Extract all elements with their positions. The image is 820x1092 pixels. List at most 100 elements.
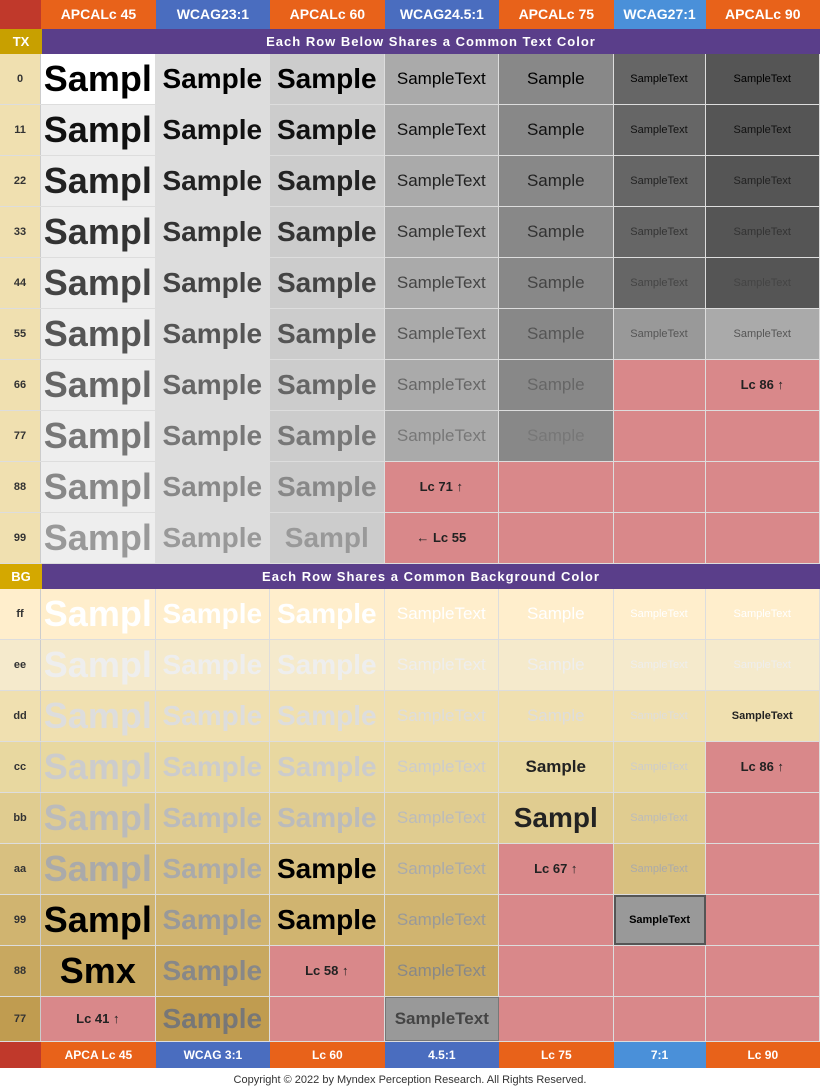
footer-col1: APCA Lc 45 <box>41 1042 155 1068</box>
bgbb-col2: Sample <box>156 793 270 843</box>
bg-row-dd: dd Sampl Sample Sample SampleText Sample… <box>0 691 820 742</box>
tx22-col5: Sample <box>499 156 613 206</box>
tx66-col4: SampleText <box>385 360 499 410</box>
tx77-col6 <box>614 411 706 461</box>
copyright-text: Copyright © 2022 by Myndex Perception Re… <box>0 1068 820 1092</box>
bg99-col7 <box>706 895 820 945</box>
tx-section-header: TX Each Row Below Shares a Common Text C… <box>0 29 820 54</box>
tx88-col2: Sample <box>156 462 270 512</box>
bgff-col3: Sample <box>270 589 384 639</box>
tx66-col6 <box>614 360 706 410</box>
bgee-col7: SampleText <box>706 640 820 690</box>
bgcc-col6: SampleText <box>614 742 706 792</box>
bgaa-col1: Sampl <box>41 844 155 894</box>
header-col4: WCAG2 4.5:1 <box>385 0 499 29</box>
row-label-11: 11 <box>0 105 41 155</box>
row-label-bb: bb <box>0 793 41 843</box>
tx44-col6: SampleText <box>614 258 706 308</box>
bg88-col2: Sample <box>156 946 270 996</box>
tx0-col6: SampleText <box>614 54 706 104</box>
header-col2: WCAG2 3:1 <box>156 0 270 29</box>
row-label-33: 33 <box>0 207 41 257</box>
tx-row-55: 55 Sampl Sample Sample SampleText Sample… <box>0 309 820 360</box>
bgdd-col5: Sample <box>499 691 613 741</box>
tx77-col7 <box>706 411 820 461</box>
row-label-bg99: 99 <box>0 895 41 945</box>
footer-col5: Lc 75 <box>499 1042 613 1068</box>
tx-row-33: 33 Sampl Sample Sample SampleText Sample… <box>0 207 820 258</box>
tx33-col6: SampleText <box>614 207 706 257</box>
tx77-col5: Sample <box>499 411 613 461</box>
bgee-col2: Sample <box>156 640 270 690</box>
header-tx <box>0 0 41 29</box>
bg99-col2: Sample <box>156 895 270 945</box>
bg-row-aa: aa Sampl Sample Sample SampleText Lc 67 … <box>0 844 820 895</box>
bgcc-col7: Lc 86 ↑ <box>706 742 820 792</box>
header-col6: WCAG2 7:1 <box>614 0 706 29</box>
tx22-col4: SampleText <box>385 156 499 206</box>
tx99-col2: Sample <box>156 513 270 563</box>
tx88-col4: Lc 71 ↑ <box>385 462 499 512</box>
tx33-col5: Sample <box>499 207 613 257</box>
tx44-col3: Sample <box>270 258 384 308</box>
bgdd-col7: SampleText <box>706 691 820 741</box>
row-label-ee: ee <box>0 640 41 690</box>
bg77-col4: SampleText <box>385 997 500 1041</box>
tx-row-99: 99 Sampl Sample Sampl ← Lc 55 <box>0 513 820 564</box>
bg88-col7 <box>706 946 820 996</box>
bg88-col5 <box>499 946 613 996</box>
tx-row-0: 0 Sampl Sample Sample SampleText Sample … <box>0 54 820 105</box>
row-label-cc: cc <box>0 742 41 792</box>
bgff-col2: Sample <box>156 589 270 639</box>
bg-section-header: BG Each Row Shares a Common Background C… <box>0 564 820 589</box>
row-label-0: 0 <box>0 54 41 104</box>
row-label-22: 22 <box>0 156 41 206</box>
header-row: APCA Lc 45 WCAG2 3:1 APCA Lc 60 WCAG2 4.… <box>0 0 820 29</box>
tx55-col2: Sample <box>156 309 270 359</box>
tx99-col7 <box>706 513 820 563</box>
tx99-col6 <box>614 513 706 563</box>
bgee-col3: Sample <box>270 640 384 690</box>
row-label-bg88: 88 <box>0 946 41 996</box>
tx77-col2: Sample <box>156 411 270 461</box>
bgdd-col3: Sample <box>270 691 384 741</box>
bgff-col4: SampleText <box>385 589 499 639</box>
row-label-44: 44 <box>0 258 41 308</box>
bgff-col1: Sampl <box>41 589 155 639</box>
tx55-col1: Sampl <box>41 309 155 359</box>
tx55-col7: SampleText <box>706 309 820 359</box>
bg77-col6 <box>614 997 706 1041</box>
bg99-col1: Sampl <box>41 895 155 945</box>
bg77-col5 <box>499 997 613 1041</box>
bgbb-col1: Sampl <box>41 793 155 843</box>
tx33-col2: Sample <box>156 207 270 257</box>
bgcc-col1: Sampl <box>41 742 155 792</box>
bg-row-ee: ee Sampl Sample Sample SampleText Sample… <box>0 640 820 691</box>
bg99-col5 <box>499 895 613 945</box>
tx66-col2: Sample <box>156 360 270 410</box>
bg-row-ff: ff Sampl Sample Sample SampleText Sample… <box>0 589 820 640</box>
tx11-col1: Sampl <box>41 105 155 155</box>
tx0-col4: SampleText <box>385 54 499 104</box>
bgee-col1: Sampl <box>41 640 155 690</box>
bg-row-bb: bb Sampl Sample Sample SampleText Sampl … <box>0 793 820 844</box>
tx-row-88: 88 Sampl Sample Sample Lc 71 ↑ <box>0 462 820 513</box>
tx33-col7: SampleText <box>706 207 820 257</box>
bgee-col4: SampleText <box>385 640 499 690</box>
tx-row-22: 22 Sampl Sample Sample SampleText Sample… <box>0 156 820 207</box>
tx0-col1: Sampl <box>41 54 155 104</box>
tx88-col1: Sampl <box>41 462 155 512</box>
tx22-col1: Sampl <box>41 156 155 206</box>
tx-header-text: Each Row Below Shares a Common Text Colo… <box>42 29 820 54</box>
bg77-col3 <box>270 997 384 1041</box>
tx88-col5 <box>499 462 613 512</box>
bg99-col6: SampleText <box>614 895 706 945</box>
bgaa-col7 <box>706 844 820 894</box>
tx22-col7: SampleText <box>706 156 820 206</box>
bgff-col6: SampleText <box>614 589 706 639</box>
tx-row-44: 44 Sampl Sample Sample SampleText Sample… <box>0 258 820 309</box>
bgee-col5: Sample <box>499 640 613 690</box>
header-col7: APCA Lc 90 <box>706 0 820 29</box>
tx66-col7: Lc 86 ↑ <box>706 360 820 410</box>
tx-row-77: 77 Sampl Sample Sample SampleText Sample <box>0 411 820 462</box>
